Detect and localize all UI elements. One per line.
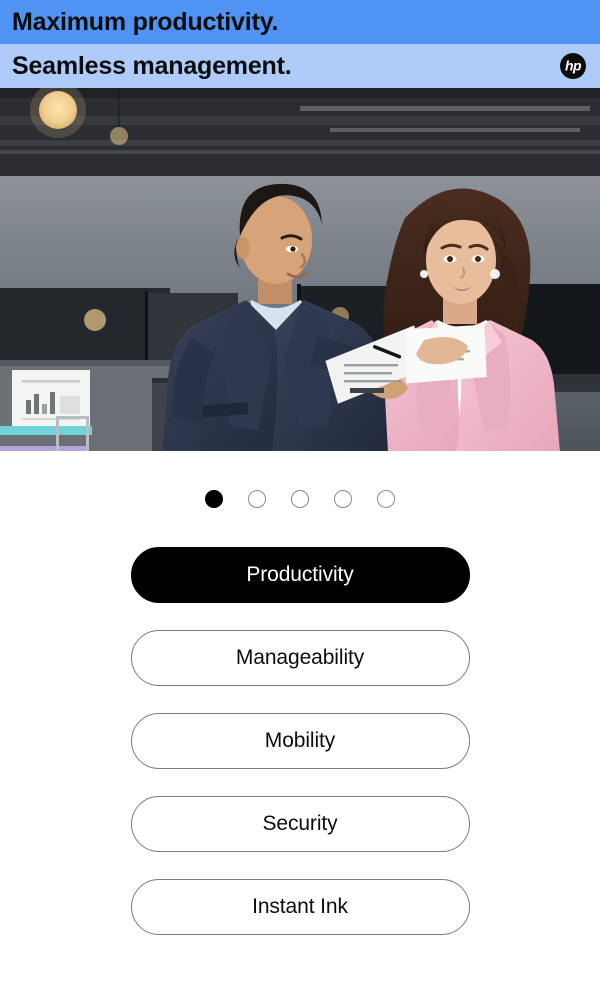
category-tab-list: Productivity Manageability Mobility Secu…	[0, 547, 600, 935]
carousel-dot-5[interactable]	[377, 490, 395, 508]
banner-headline-line1: Maximum productivity.	[12, 7, 279, 36]
hp-logo-label: hp	[564, 57, 582, 74]
hero-illustration	[0, 88, 600, 451]
tab-mobility[interactable]: Mobility	[130, 713, 470, 769]
tab-instant-ink[interactable]: Instant Ink	[130, 879, 470, 935]
wall-chart-poster	[12, 370, 90, 428]
tab-security[interactable]: Security	[130, 796, 470, 852]
tab-manageability[interactable]: Manageability	[130, 630, 470, 686]
carousel-dot-3[interactable]	[291, 490, 309, 508]
tab-productivity[interactable]: Productivity	[130, 547, 470, 603]
promo-banner: Maximum productivity. Seamless managemen…	[0, 0, 600, 88]
carousel-dot-2[interactable]	[248, 490, 266, 508]
banner-headline-line2: Seamless management.	[12, 51, 292, 80]
banner-band-primary: Maximum productivity.	[0, 0, 600, 44]
hp-logo-icon: hp	[560, 53, 586, 79]
carousel-dot-1[interactable]	[205, 490, 223, 508]
carousel-dots[interactable]	[0, 451, 600, 547]
hero-image	[0, 88, 600, 451]
carousel-dot-4[interactable]	[334, 490, 352, 508]
banner-band-secondary: Seamless management. hp	[0, 44, 600, 88]
